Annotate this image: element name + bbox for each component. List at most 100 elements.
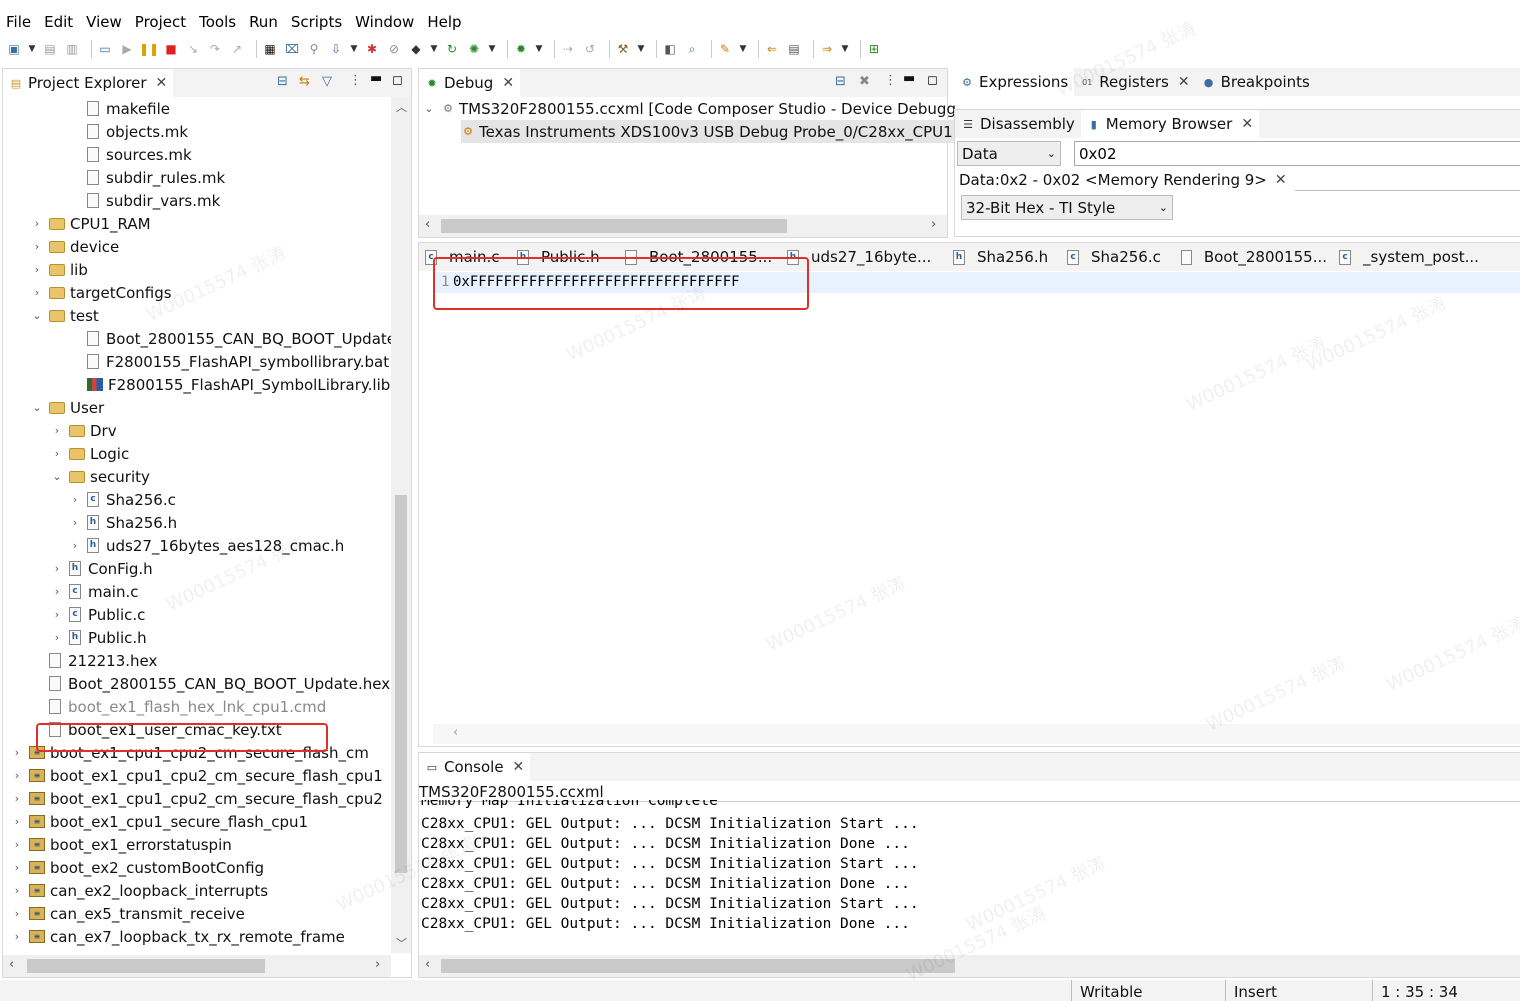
menu-file[interactable]: File <box>6 13 31 31</box>
tree-item[interactable]: subdir_rules.mk <box>69 166 225 189</box>
view-menu-icon[interactable]: ⋮ <box>349 73 362 88</box>
tree-item[interactable]: › ≡ can_ex7_loopback_tx_rx_remote_frame <box>11 925 345 948</box>
save-all-icon[interactable]: ▥ <box>64 41 80 57</box>
close-icon[interactable]: ✕ <box>502 75 514 91</box>
debug-dropdown-icon[interactable]: ▼ <box>488 41 496 57</box>
tree-item[interactable]: › CPU1_RAM <box>31 212 151 235</box>
chevron-right-icon[interactable]: › <box>11 861 23 874</box>
forward-icon[interactable]: ⇒ <box>819 41 835 57</box>
minimize-icon[interactable]: ▬ <box>370 71 382 86</box>
tree-item[interactable]: › h Public.h <box>51 626 147 649</box>
memory-address-input[interactable] <box>1074 141 1520 166</box>
connect-icon[interactable]: ⌧ <box>284 41 300 57</box>
console-hscroll-thumb[interactable] <box>441 959 955 973</box>
chevron-right-icon[interactable]: › <box>11 838 23 851</box>
bug-dropdown-icon[interactable]: ▼ <box>535 41 543 57</box>
chevron-right-icon[interactable]: › <box>11 930 23 943</box>
tree-item[interactable]: F2800155_FlashAPI_symbollibrary.bat <box>69 350 389 373</box>
tree-item[interactable]: › lib <box>31 258 88 281</box>
chevron-right-icon[interactable]: › <box>69 516 81 529</box>
maximize-icon[interactable]: ◻ <box>927 73 938 88</box>
terminal-icon[interactable]: ▭ <box>97 41 113 57</box>
new-dropdown-icon[interactable]: ▼ <box>28 41 36 57</box>
tree-item[interactable]: sources.mk <box>69 143 192 166</box>
close-icon[interactable]: ✕ <box>1275 172 1287 188</box>
hammer-icon[interactable]: ⚒ <box>615 41 631 57</box>
open-type-icon[interactable]: ◧ <box>662 41 678 57</box>
tab-debug[interactable]: ✹ Debug ✕ <box>419 69 521 97</box>
tree-item[interactable]: ⌄ test <box>31 304 98 327</box>
grid-icon[interactable]: ▦ <box>262 41 278 57</box>
tree-item[interactable]: › ≡ boot_ex1_cpu1_cpu2_cm_secure_flash_cpu… <box>11 787 383 810</box>
close-icon[interactable]: ✕ <box>513 759 525 775</box>
tree-item[interactable]: › h Sha256.h <box>69 511 177 534</box>
editor-tab-sha256-h[interactable]: h Sha256.h <box>947 243 1061 271</box>
chevron-right-icon[interactable]: › <box>51 424 63 437</box>
tree-item[interactable]: › c main.c <box>51 580 139 603</box>
menu-view[interactable]: View <box>86 13 122 31</box>
prev-annotation-icon[interactable]: ⇐ <box>764 41 780 57</box>
menu-edit[interactable]: Edit <box>44 13 73 31</box>
step-return-icon[interactable]: ↗ <box>229 41 245 57</box>
step-over-icon[interactable]: ↷ <box>207 41 223 57</box>
chip-dropdown-icon[interactable]: ▼ <box>430 41 438 57</box>
collapse-icon[interactable]: ⊟ <box>835 74 846 89</box>
tab-expressions[interactable]: ⚙ Expressions <box>954 68 1075 96</box>
tree-item[interactable]: › h ConFig.h <box>51 557 153 580</box>
tree-item[interactable]: subdir_vars.mk <box>69 189 220 212</box>
link-editor-icon[interactable]: ⇆ <box>299 74 310 89</box>
menu-scripts[interactable]: Scripts <box>291 13 342 31</box>
menu-window[interactable]: Window <box>355 13 414 31</box>
editor-tab-boot-cmd[interactable]: Boot_2800155... <box>1175 243 1333 271</box>
maximize-icon[interactable]: ◻ <box>392 73 403 88</box>
bug-icon[interactable]: ✹ <box>513 41 529 57</box>
debug-icon[interactable]: ✺ <box>466 41 482 57</box>
chevron-right-icon[interactable]: › <box>11 746 23 759</box>
menu-help[interactable]: Help <box>427 13 461 31</box>
tree-item[interactable]: F2800155_FlashAPI_SymbolLibrary.lib <box>69 373 390 396</box>
pen-icon[interactable]: ✎ <box>717 41 733 57</box>
debug-horizontal-scrollbar[interactable]: ‹ › <box>419 215 947 237</box>
tree-item[interactable]: › ≡ boot_ex2_customBootConfig <box>11 856 264 879</box>
chevron-right-icon[interactable]: › <box>31 217 43 230</box>
scroll-up-icon[interactable]: ︿ <box>396 99 407 115</box>
close-icon[interactable]: ✕ <box>156 75 168 91</box>
pen-dropdown-icon[interactable]: ▼ <box>739 41 747 57</box>
tree-item[interactable]: › Logic <box>51 442 129 465</box>
new-icon[interactable]: ▣ <box>6 41 22 57</box>
tree-item[interactable]: › ≡ can_ex2_loopback_interrupts <box>11 879 268 902</box>
open-perspective-icon[interactable]: ⊞ <box>866 41 882 57</box>
chevron-right-icon[interactable]: › <box>51 608 63 621</box>
tab-disassembly[interactable]: ☰ Disassembly <box>955 110 1081 138</box>
chevron-right-icon[interactable]: › <box>11 815 23 828</box>
step-into-icon[interactable]: ↘ <box>185 41 201 57</box>
tree-vscroll-thumb[interactable] <box>395 495 407 873</box>
scroll-right-icon[interactable]: › <box>375 957 380 972</box>
search-icon[interactable]: ⌕ <box>684 41 700 57</box>
chevron-right-icon[interactable]: › <box>31 240 43 253</box>
chevron-down-icon[interactable]: ⌄ <box>51 470 63 483</box>
filter-icon[interactable]: ▽ <box>322 74 332 89</box>
chevron-right-icon[interactable]: › <box>31 286 43 299</box>
scroll-left-icon[interactable]: ‹ <box>9 957 14 972</box>
memory-page-select[interactable]: Data ⌄ <box>957 141 1061 166</box>
tree-item[interactable]: › h uds27_16bytes_aes128_cmac.h <box>69 534 344 557</box>
menu-project[interactable]: Project <box>135 13 186 31</box>
tree-item[interactable]: › ≡ can_ex5_transmit_receive <box>11 902 245 925</box>
menu-run[interactable]: Run <box>249 13 278 31</box>
tree-item[interactable]: 212213.hex <box>31 649 157 672</box>
chevron-right-icon[interactable]: › <box>69 539 81 552</box>
tree-item[interactable]: ⌄ User <box>31 396 104 419</box>
chip-icon[interactable]: ◆ <box>408 41 424 57</box>
resume-icon[interactable]: ▶ <box>119 41 135 57</box>
memory-rendering-tab[interactable]: Data:0x2 - 0x02 <Memory Rendering 9> ✕ <box>957 168 1287 192</box>
tree-item[interactable]: › ≡ boot_ex1_errorstatuspin <box>11 833 232 856</box>
scroll-right-icon[interactable]: › <box>931 217 936 232</box>
chevron-right-icon[interactable]: › <box>11 907 23 920</box>
debug-session-row[interactable]: ⌄ ⚙ TMS320F2800155.ccxml [Code Composer … <box>423 97 956 120</box>
tree-hscroll-thumb[interactable] <box>27 959 265 973</box>
suspend-icon[interactable]: ❚❚ <box>139 41 159 57</box>
tree-item[interactable]: › targetConfigs <box>31 281 172 304</box>
tree-item[interactable]: Boot_2800155_CAN_BQ_BOOT_Update.hex <box>31 672 390 695</box>
chevron-right-icon[interactable]: › <box>11 769 23 782</box>
